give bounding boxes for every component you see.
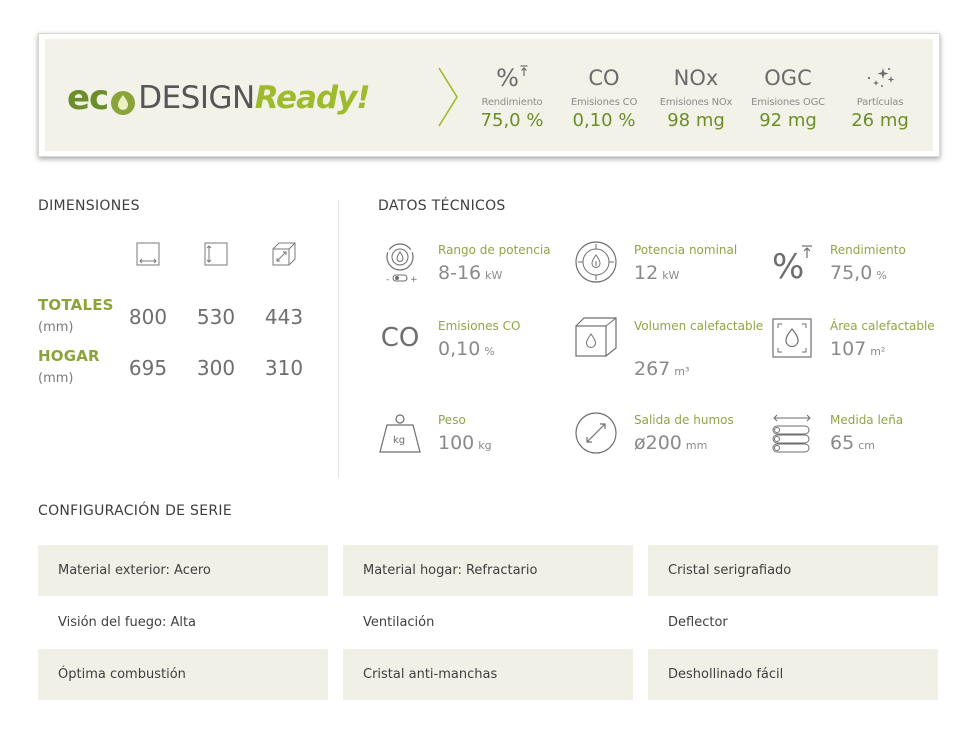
sparkles-icon: [835, 63, 925, 93]
metric-nox: NOx Emisiones NOx 98 mg: [651, 39, 741, 131]
config-item: Cristal serigrafiado: [648, 545, 938, 596]
tech-volumen-calefactable: Volumen calefactable 267 m³: [574, 316, 764, 396]
width-icon: [134, 240, 162, 268]
logo-design-text: DESIGN: [138, 80, 255, 116]
metric-co: CO Emisiones CO 0,10 %: [559, 39, 649, 131]
svg-text:kg: kg: [393, 435, 405, 446]
config-item: Material hogar: Refractario: [343, 545, 633, 596]
config-item: Material exterior: Acero: [38, 545, 328, 596]
dimensiones-title: DIMENSIONES: [38, 198, 140, 214]
config-item: Cristal anti-manchas: [343, 649, 633, 700]
nominal-power-icon: [574, 240, 618, 284]
config-item: Visión del fuego: Alta: [58, 615, 197, 630]
metric-particulas: Partículas 26 mg: [835, 39, 925, 131]
nox-symbol: NOx: [673, 66, 719, 90]
configuracion-title: CONFIGURACIÓN DE SERIE: [38, 503, 232, 519]
ogc-symbol: OGC: [764, 66, 812, 90]
ecodesign-panel: ec DESIGNReady! % Rendimiento 75,0 % CO E…: [45, 39, 933, 151]
efficiency-icon: %: [770, 240, 814, 284]
height-icon: [202, 240, 230, 268]
svg-text:%: %: [772, 247, 804, 284]
tech-medida-lena: Medida leña 65 cm: [770, 410, 960, 490]
metric-rendimiento: % Rendimiento 75,0 %: [467, 39, 557, 131]
tech-emisiones-co: CO Emisiones CO 0,10%: [378, 316, 568, 396]
totales-width: 800: [128, 305, 168, 329]
logo-drop-icon: [108, 76, 138, 120]
log-size-icon: [770, 410, 814, 454]
dim-row-totales: TOTALES (mm): [38, 296, 114, 335]
logo-ready-text: Ready!: [254, 80, 371, 116]
totales-depth: 443: [264, 305, 304, 329]
tech-area-calefactable: Área calefactable 107 m²: [770, 316, 960, 396]
svg-text:-: -: [386, 275, 389, 285]
chevron-right-icon: [437, 66, 459, 132]
metric-ogc: OGC Emisiones OGC 92 mg: [743, 39, 833, 131]
svg-text:+: +: [410, 275, 418, 285]
tech-peso: kg Peso 100 kg: [378, 410, 568, 490]
co-symbol: CO: [588, 66, 620, 90]
hogar-depth: 310: [264, 356, 304, 380]
tech-rendimiento: % Rendimiento 75,0%: [770, 240, 960, 320]
tech-potencia-nominal: Potencia nominal 12 kW: [574, 240, 764, 320]
hogar-width: 695: [128, 356, 168, 380]
config-item: Deshollinado fácil: [648, 649, 938, 700]
section-divider: [338, 200, 339, 478]
config-item: Deflector: [668, 615, 728, 630]
ecodesign-banner: ec DESIGNReady! % Rendimiento 75,0 % CO E…: [38, 33, 940, 157]
dim-row-hogar: HOGAR (mm): [38, 347, 100, 386]
tech-rango-potencia: - + Rango de potencia 8-16 kW: [378, 240, 568, 320]
config-item: Óptima combustión: [38, 649, 328, 700]
ecodesign-ready-logo: ec DESIGNReady!: [67, 76, 371, 120]
depth-icon: [270, 240, 298, 268]
power-range-icon: - +: [378, 240, 422, 285]
flue-outlet-icon: [574, 410, 618, 454]
heated-area-icon: [770, 316, 814, 360]
totales-height: 530: [196, 305, 236, 329]
logo-eco-text: ec: [67, 78, 109, 118]
heated-volume-icon: [574, 316, 618, 360]
tech-salida-humos: Salida de humos ø200 mm: [574, 410, 764, 490]
datos-tecnicos-title: DATOS TÉCNICOS: [378, 198, 506, 214]
co-emissions-icon: CO: [380, 323, 420, 353]
percent-arrow-icon: %: [467, 63, 557, 93]
weight-icon: kg: [378, 410, 422, 454]
config-item: Ventilación: [363, 615, 435, 630]
hogar-height: 300: [196, 356, 236, 380]
